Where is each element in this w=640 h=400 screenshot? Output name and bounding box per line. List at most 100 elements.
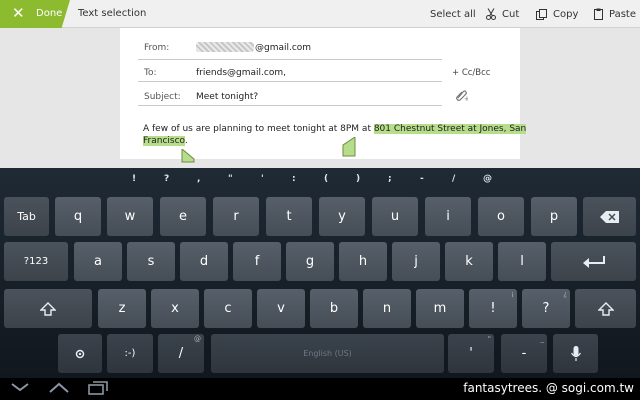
settings-key[interactable] (58, 334, 102, 373)
shift-icon (40, 301, 56, 316)
apostrophe-key-alt: " (487, 335, 491, 343)
copy-label: Copy (553, 8, 579, 20)
smiley-key[interactable]: :-) (107, 334, 153, 373)
slash-key-label: / (178, 346, 184, 361)
voice-input-key[interactable] (553, 334, 598, 373)
symbol-key[interactable]: ; (388, 174, 392, 184)
key-z[interactable]: z (98, 289, 146, 328)
apostrophe-key[interactable]: ' " (448, 334, 494, 373)
key-r[interactable]: r (213, 197, 259, 236)
symbol-key[interactable]: ! (132, 174, 136, 184)
dash-key[interactable]: - _ (501, 334, 547, 373)
key-x[interactable]: x (151, 289, 199, 328)
key-g[interactable]: g (286, 242, 334, 281)
symbol-key[interactable]: ) (356, 174, 360, 184)
key-b[interactable]: b (310, 289, 358, 328)
key-exclamation-alt: ¡ (511, 290, 514, 298)
redacted-email-blur (196, 42, 254, 52)
key-m[interactable]: m (416, 289, 464, 328)
key-k[interactable]: k (445, 242, 493, 281)
clipboard-icon (594, 8, 603, 20)
select-all-button[interactable]: Select all (430, 0, 476, 28)
key-d[interactable]: d (180, 242, 228, 281)
symbol-key[interactable]: " (228, 174, 233, 184)
backspace-key[interactable] (583, 197, 636, 236)
from-divider (138, 59, 442, 60)
key-e[interactable]: e (160, 197, 206, 236)
from-label: From: (144, 43, 170, 53)
paperclip-icon[interactable]: + (454, 88, 468, 102)
key-y[interactable]: y (319, 197, 365, 236)
copy-icon (536, 8, 547, 20)
key-w[interactable]: w (107, 197, 153, 236)
symbol-key[interactable]: / (452, 174, 455, 184)
shift-key-left[interactable] (4, 289, 92, 328)
selection-end-handle[interactable] (181, 149, 195, 163)
shift-key-right[interactable] (575, 289, 636, 328)
key-j[interactable]: j (392, 242, 440, 281)
selection-start-handle[interactable] (342, 137, 356, 157)
to-underline (138, 81, 442, 82)
subject-field[interactable]: Meet tonight? (196, 92, 258, 102)
key-n[interactable]: n (363, 289, 411, 328)
select-all-label: Select all (430, 8, 476, 20)
dash-key-label: - (521, 346, 527, 361)
key-s[interactable]: s (127, 242, 175, 281)
key-a[interactable]: a (74, 242, 122, 281)
space-bar[interactable]: English (US) (211, 334, 444, 373)
from-value: @gmail.com (255, 43, 312, 53)
key-p[interactable]: p (531, 197, 577, 236)
message-body-line2[interactable]: Francisco. (143, 136, 188, 146)
watermark-text: fantasytrees. @ sogi.com.tw (463, 381, 634, 395)
key-l[interactable]: l (498, 242, 546, 281)
soft-keyboard: ! ? , " ' : ( ) ; - / @ Tab q w e r t y … (0, 168, 640, 400)
key-h[interactable]: h (339, 242, 387, 281)
key-v[interactable]: v (257, 289, 305, 328)
key-exclamation[interactable]: ! ¡ (469, 289, 517, 328)
key-c[interactable]: c (204, 289, 252, 328)
microphone-icon (570, 345, 581, 361)
cut-button[interactable]: Cut (486, 0, 519, 28)
dash-key-alt: _ (540, 335, 545, 343)
svg-text:+: + (464, 95, 468, 102)
body-plain-text: A few of us are planning to meet tonight… (143, 124, 374, 134)
key-i[interactable]: i (425, 197, 471, 236)
symbol-key[interactable]: , (197, 174, 200, 184)
copy-button[interactable]: Copy (536, 0, 578, 28)
symbol-key[interactable]: ( (324, 174, 328, 184)
done-button[interactable]: ✕ Done (0, 0, 70, 28)
symbol-key[interactable]: ' (261, 174, 264, 184)
home-icon[interactable] (48, 382, 70, 394)
action-bar: ✕ Done Text selection Select all Cut Cop… (0, 0, 640, 28)
backspace-icon (599, 210, 619, 223)
symbol-key[interactable]: - (420, 174, 424, 184)
slash-key[interactable]: / @ (158, 334, 204, 373)
symbol-key[interactable]: : (292, 174, 296, 184)
cc-bcc-button[interactable]: + Cc/Bcc (452, 68, 490, 78)
action-mode-title: Text selection (78, 8, 147, 19)
body-end: . (184, 136, 188, 146)
numbers-key[interactable]: ?123 (4, 242, 68, 281)
enter-key[interactable] (551, 242, 636, 281)
key-q[interactable]: q (55, 197, 101, 236)
hide-keyboard-icon[interactable] (10, 382, 30, 392)
symbol-key[interactable]: @ (483, 174, 492, 184)
message-body-line1[interactable]: A few of us are planning to meet tonight… (143, 124, 527, 134)
key-u[interactable]: u (372, 197, 418, 236)
to-field[interactable]: friends@gmail.com, (196, 68, 286, 78)
paste-label: Paste (609, 8, 636, 20)
selected-text: 801 Chestnut Street at Jones, San (373, 124, 527, 134)
key-f[interactable]: f (233, 242, 281, 281)
key-exclamation-label: ! (490, 301, 496, 316)
key-o[interactable]: o (478, 197, 524, 236)
compose-sheet: From: @gmail.com To: friends@gmail.com, … (120, 28, 527, 163)
key-question[interactable]: ? ¿ (522, 289, 570, 328)
symbol-key[interactable]: ? (164, 174, 169, 184)
key-question-label: ? (542, 301, 550, 316)
tab-key[interactable]: Tab (4, 197, 49, 236)
recent-apps-icon[interactable] (88, 381, 108, 395)
key-t[interactable]: t (266, 197, 312, 236)
done-label: Done (36, 8, 63, 19)
selected-text-cont: Francisco (143, 136, 185, 146)
paste-button[interactable]: Paste (594, 0, 636, 28)
